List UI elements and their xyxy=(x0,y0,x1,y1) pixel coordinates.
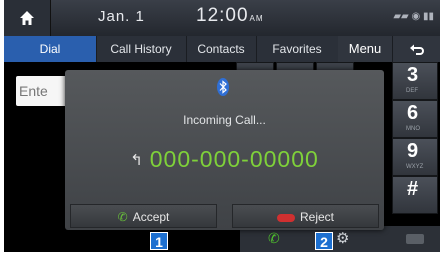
keypad-key-3[interactable]: 3 DEF xyxy=(392,62,438,100)
clock-display: 12:00AM xyxy=(196,5,264,27)
key-digit: 6 xyxy=(407,102,419,124)
phone-accept-icon: ✆ xyxy=(117,210,128,224)
tab-bar: Dial Call History Contacts Favorites Men… xyxy=(4,36,440,62)
key-digit: 9 xyxy=(407,140,419,162)
accept-label: Accept xyxy=(132,210,170,224)
delete-button[interactable] xyxy=(406,234,424,244)
bluetooth-icon xyxy=(217,78,229,96)
keypad-key-hash[interactable]: # xyxy=(392,176,438,214)
key-letters: WXYZ xyxy=(406,164,424,170)
tab-dial[interactable]: Dial xyxy=(4,36,97,62)
back-button[interactable] xyxy=(392,36,440,62)
status-bar: Jan. 1 12:00AM ▰▰ ◉ ▮▮ xyxy=(4,0,440,36)
settings-gear-icon[interactable]: ⚙ xyxy=(336,229,349,247)
callout-marker-2: 2 xyxy=(315,232,333,250)
tab-call-history[interactable]: Call History xyxy=(96,36,187,62)
caller-number: 000-000-00000 xyxy=(149,146,319,172)
home-button[interactable] xyxy=(4,0,51,36)
tab-contacts[interactable]: Contacts xyxy=(186,36,257,62)
keypad-key-6[interactable]: 6 MNO xyxy=(392,100,438,138)
menu-button[interactable]: Menu xyxy=(338,36,392,62)
status-icons: ▰▰ ◉ ▮▮ xyxy=(393,11,434,22)
reject-label: Reject xyxy=(299,210,334,224)
key-digit: 3 xyxy=(407,64,419,86)
callout-marker-1: 1 xyxy=(150,232,168,250)
incoming-call-popup: Incoming Call... ↰ 000-000-00000 ✆ Accept … xyxy=(65,70,384,230)
head-unit-screen: Jan. 1 12:00AM ▰▰ ◉ ▮▮ Dial Call History… xyxy=(4,0,440,252)
clock-ampm: AM xyxy=(249,14,264,23)
key-letters: DEF xyxy=(406,88,418,94)
accept-button[interactable]: ✆ Accept xyxy=(70,204,217,228)
incoming-call-title: Incoming Call... xyxy=(183,113,266,127)
keypad-key-9[interactable]: 9 WXYZ xyxy=(392,138,438,176)
back-arrow-icon xyxy=(410,44,424,55)
key-digit: # xyxy=(407,178,419,200)
clock-time: 12:00 xyxy=(196,5,249,26)
date-display: Jan. 1 xyxy=(98,8,145,25)
phone-reject-icon xyxy=(276,213,295,222)
reject-button[interactable]: Reject xyxy=(232,204,379,228)
tab-favorites[interactable]: Favorites xyxy=(256,36,339,62)
call-button[interactable]: ✆ xyxy=(268,230,280,247)
home-icon xyxy=(20,11,34,25)
caller-number-row: ↰ 000-000-00000 xyxy=(65,146,384,173)
incoming-call-icon: ↰ xyxy=(130,152,144,169)
key-letters: MNO xyxy=(406,126,420,132)
